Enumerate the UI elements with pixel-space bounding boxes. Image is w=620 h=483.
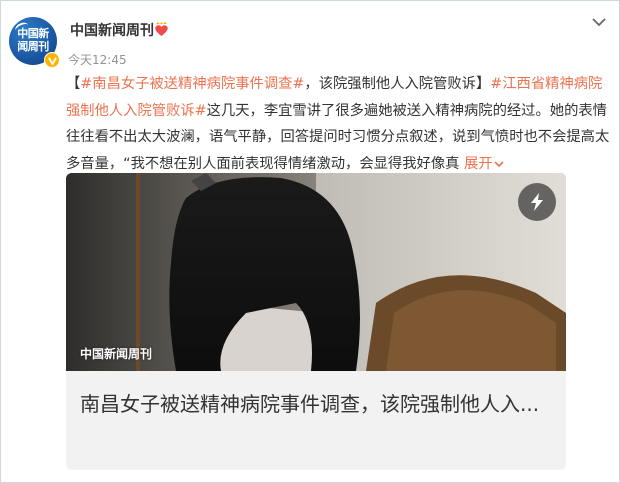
verified-icon <box>44 52 60 68</box>
chevron-down-icon <box>493 160 504 167</box>
lightning-icon <box>531 193 543 211</box>
expand-label: 展开 <box>463 155 493 172</box>
post-time[interactable]: 今天12:45 <box>68 51 127 68</box>
post-title-text: ，该院强制他人入院管败诉】 <box>304 76 491 92</box>
heart-crown-icon[interactable] <box>153 21 170 37</box>
post-content: 【#南昌女子被送精神病院事件调查#，该院强制他人入院管败诉】#江西省精神病院强制… <box>66 76 610 172</box>
author-name[interactable]: 中国新闻周刊 <box>70 20 154 40</box>
video-card-footer[interactable]: 南昌女子被送精神病院事件调查，该院强制他人入... <box>66 371 566 470</box>
video-thumbnail-image <box>66 173 566 371</box>
video-watermark: 中国新闻周刊 <box>80 347 153 361</box>
play-button[interactable] <box>518 183 556 221</box>
video-thumbnail[interactable]: 中国新闻周刊 <box>66 173 566 371</box>
video-card-title[interactable]: 南昌女子被送精神病院事件调查，该院强制他人入... <box>80 389 552 419</box>
expand-link[interactable]: 展开 <box>464 156 505 172</box>
chevron-down-icon[interactable] <box>589 15 609 29</box>
topic-tag-1[interactable]: #南昌女子被送精神病院事件调查# <box>80 76 304 92</box>
avatar-logo-text: 中国新闻周刊 <box>17 27 49 53</box>
